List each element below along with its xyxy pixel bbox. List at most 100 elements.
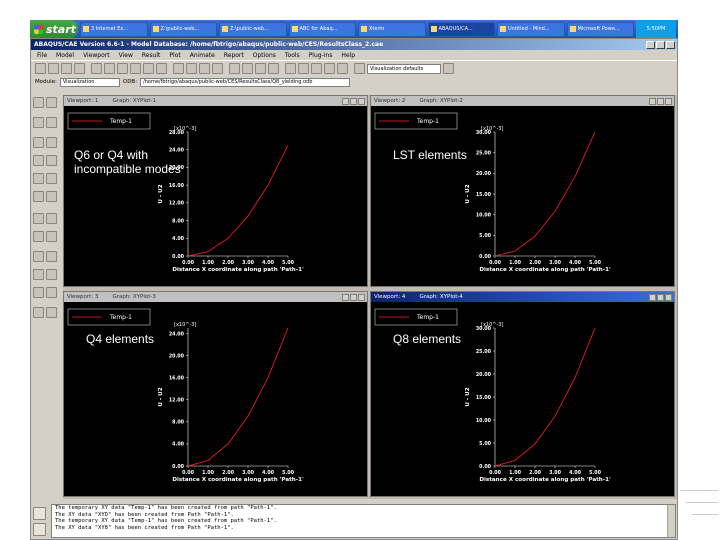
allow-multiple-plots-icon[interactable]: [46, 137, 57, 148]
query-toolbox-icon[interactable]: [46, 307, 57, 318]
step-frame-icon[interactable]: [33, 287, 44, 298]
common-options-icon[interactable]: [33, 155, 44, 166]
add-icon[interactable]: [324, 63, 335, 74]
taskbar-task-internet-explorer[interactable]: 3 Internet Ex...: [80, 21, 148, 37]
display-defaults-select[interactable]: Visualization defaults: [367, 63, 441, 74]
odb-select[interactable]: /home/fbtrigo/abaqus/public-web/CES/Resu…: [140, 77, 351, 87]
animate-time-icon[interactable]: [46, 191, 57, 202]
taskbar-task-folder-2[interactable]: Z:\public-web...: [219, 21, 287, 37]
contour-options-icon[interactable]: [33, 173, 44, 184]
maximize-icon[interactable]: [656, 40, 665, 49]
taskbar-task-abc[interactable]: ABC for Abaq...: [288, 21, 356, 37]
create-display-group-icon[interactable]: [33, 251, 44, 262]
open-file-icon[interactable]: [48, 63, 59, 74]
taskbar-task-powerpoint[interactable]: Microsoft Powe...: [566, 21, 634, 37]
magnify-icon[interactable]: [117, 63, 128, 74]
view-cut-icon[interactable]: [33, 269, 44, 280]
report-icon[interactable]: [33, 307, 44, 318]
save-icon[interactable]: [61, 63, 72, 74]
plot-undeformed-icon[interactable]: [33, 97, 44, 108]
viewport-titlebar[interactable]: Viewport: 2 Graph: XYPlot-2: [371, 96, 674, 106]
minimize-icon[interactable]: [646, 40, 655, 49]
module-select[interactable]: Visualization: [59, 77, 120, 87]
plot-deformed-icon[interactable]: [46, 97, 57, 108]
cycle-views-icon[interactable]: [156, 63, 167, 74]
new-file-icon[interactable]: [35, 63, 46, 74]
menu-animate[interactable]: Animate: [190, 52, 215, 59]
replace-icon[interactable]: [311, 63, 322, 74]
command-line-icon[interactable]: [33, 523, 46, 536]
query-icon[interactable]: [285, 63, 296, 74]
display-group-icon[interactable]: [298, 63, 309, 74]
menu-help[interactable]: Help: [341, 52, 355, 59]
view-back-icon[interactable]: [186, 63, 197, 74]
auto-fit-icon[interactable]: [143, 63, 154, 74]
symbol-options-icon[interactable]: [46, 173, 57, 184]
viewport-3[interactable]: Viewport: 3 Graph: XYPlot-3 Temp-1 [x10^-3]…: [63, 291, 368, 497]
rotate-icon[interactable]: [104, 63, 115, 74]
taskbar-task-abaqus[interactable]: ABAQUS/CA...: [427, 21, 495, 37]
maximize-icon[interactable]: [350, 293, 357, 301]
menu-model[interactable]: Model: [56, 52, 74, 59]
path-create-icon[interactable]: [33, 231, 44, 242]
taskbar-task-xterm[interactable]: Xterm: [358, 21, 426, 37]
y-tick-label: 5.00: [479, 233, 491, 239]
maximize-icon[interactable]: [657, 97, 664, 105]
menu-plot[interactable]: Plot: [169, 52, 180, 59]
menu-view[interactable]: View: [119, 52, 133, 59]
close-icon[interactable]: [665, 293, 672, 301]
viewport-titlebar[interactable]: Viewport: 1 Graph: XYPlot-1: [64, 96, 367, 106]
plot-contours-icon[interactable]: [33, 117, 44, 128]
viewport-1[interactable]: Viewport: 1 Graph: XYPlot-1 Temp-1 [x10^-3]…: [63, 95, 368, 287]
menu-plug-ins[interactable]: Plug-ins: [309, 52, 333, 59]
viewport-4[interactable]: Viewport: 4 Graph: XYPlot-4 Temp-1 [x10^-3]…: [370, 291, 675, 497]
maximize-icon[interactable]: [657, 293, 664, 301]
menu-report[interactable]: Report: [224, 52, 244, 59]
animate-scale-icon[interactable]: [33, 191, 44, 202]
view-top-icon[interactable]: [199, 63, 210, 74]
plot-material-orientation-icon[interactable]: [33, 137, 44, 148]
minimize-icon[interactable]: [649, 97, 656, 105]
field-output-icon[interactable]: [46, 287, 57, 298]
close-icon[interactable]: [358, 97, 365, 105]
zoom-box-icon[interactable]: [130, 63, 141, 74]
close-icon[interactable]: [666, 40, 675, 49]
viewport-titlebar[interactable]: Viewport: 3 Graph: XYPlot-3: [64, 292, 367, 302]
menu-file[interactable]: File: [37, 52, 47, 59]
render-wireframe-icon[interactable]: [229, 63, 240, 74]
viewport-2[interactable]: Viewport: 2 Graph: XYPlot-2 Temp-1 [x10^-3]…: [370, 95, 675, 287]
maximize-icon[interactable]: [350, 97, 357, 105]
taskbar-task-paint[interactable]: Untitled - Mind...: [497, 21, 565, 37]
close-icon[interactable]: [665, 97, 672, 105]
pan-icon[interactable]: [91, 63, 102, 74]
render-hidden-icon[interactable]: [242, 63, 253, 74]
message-scrollbar[interactable]: [667, 505, 675, 537]
menu-result[interactable]: Result: [142, 52, 161, 59]
color-code-icon[interactable]: [354, 63, 365, 74]
minimize-icon[interactable]: [649, 293, 656, 301]
view-front-icon[interactable]: [173, 63, 184, 74]
menu-tools[interactable]: Tools: [285, 52, 300, 59]
render-filled-icon[interactable]: [255, 63, 266, 74]
xy-data-manager-icon[interactable]: [46, 213, 57, 224]
display-group-manager-icon[interactable]: [46, 251, 57, 262]
menu-options[interactable]: Options: [253, 52, 276, 59]
remove-icon[interactable]: [337, 63, 348, 74]
viewport-titlebar[interactable]: Viewport: 4 Graph: XYPlot-4: [371, 292, 674, 302]
print-icon[interactable]: [74, 63, 85, 74]
view-bottom-icon[interactable]: [212, 63, 223, 74]
xy-data-create-icon[interactable]: [33, 213, 44, 224]
menu-viewport[interactable]: Viewport: [83, 52, 110, 59]
close-icon[interactable]: [358, 293, 365, 301]
view-cut-manager-icon[interactable]: [46, 269, 57, 280]
plot-symbols-icon[interactable]: [46, 117, 57, 128]
query-help-icon[interactable]: [443, 63, 454, 74]
render-shaded-icon[interactable]: [268, 63, 279, 74]
minimize-icon[interactable]: [342, 97, 349, 105]
superimpose-options-icon[interactable]: [46, 155, 57, 166]
path-manager-icon[interactable]: [46, 231, 57, 242]
taskbar-task-folder-1[interactable]: Z:\public-web...: [149, 21, 217, 37]
start-button[interactable]: start: [30, 20, 78, 38]
message-area-icon[interactable]: [33, 507, 46, 520]
minimize-icon[interactable]: [342, 293, 349, 301]
